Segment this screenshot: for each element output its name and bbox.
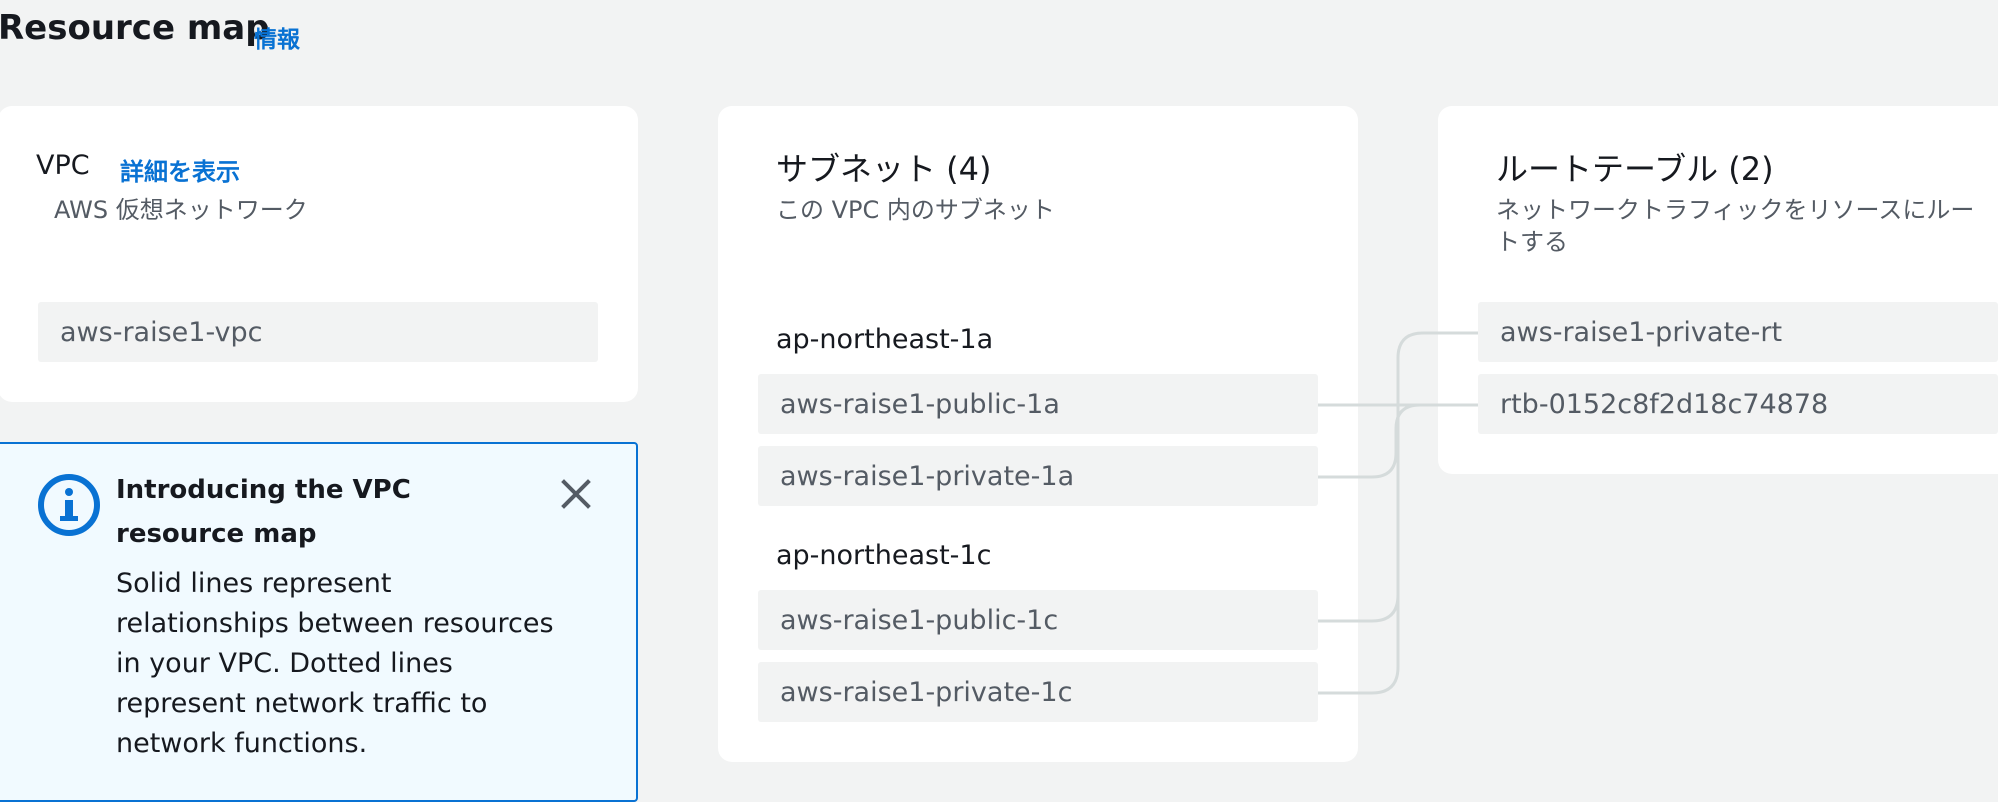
alert-title: Introducing the VPC resource map (116, 475, 411, 549)
alert-body: Solid lines represent relationships betw… (116, 568, 554, 759)
page-title: Resource map (0, 8, 270, 48)
info-alert: Introducing the VPC resource map Solid l… (0, 442, 638, 802)
info-link[interactable]: 情報 (254, 20, 300, 54)
route-tables-card-subtitle: ネットワークトラフィックをリソースにルートする (1496, 196, 1975, 256)
subnets-card: サブネット (4) この VPC 内のサブネット ap-northeast-1a… (718, 106, 1358, 762)
vpc-card-subtitle: AWS 仮想ネットワーク (54, 196, 308, 224)
vpc-card-title: VPC (36, 150, 90, 181)
az-label-1a: ap-northeast-1a (776, 324, 994, 355)
subnets-card-title: サブネット (4) (776, 150, 992, 188)
route-tables-card-title: ルートテーブル (2) (1496, 150, 1774, 188)
az-label-1c: ap-northeast-1c (776, 540, 992, 571)
subnet-item[interactable]: aws-raise1-private-1c (758, 662, 1318, 722)
close-icon[interactable] (556, 474, 596, 514)
subnet-item[interactable]: aws-raise1-private-1a (758, 446, 1318, 506)
info-icon (38, 474, 100, 536)
vpc-card: VPC 詳細を表示 AWS 仮想ネットワーク aws-raise1-vpc (0, 106, 638, 402)
vpc-resource-box[interactable]: aws-raise1-vpc (38, 302, 598, 362)
subnets-card-subtitle: この VPC 内のサブネット (776, 196, 1055, 224)
route-table-item[interactable]: aws-raise1-private-rt (1478, 302, 1998, 362)
subnet-item[interactable]: aws-raise1-public-1a (758, 374, 1318, 434)
subnet-item[interactable]: aws-raise1-public-1c (758, 590, 1318, 650)
route-tables-card: ルートテーブル (2) ネットワークトラフィックをリソースにルートする aws-… (1438, 106, 1998, 474)
route-table-item[interactable]: rtb-0152c8f2d18c74878 (1478, 374, 1998, 434)
vpc-details-link[interactable]: 詳細を表示 (120, 152, 240, 187)
